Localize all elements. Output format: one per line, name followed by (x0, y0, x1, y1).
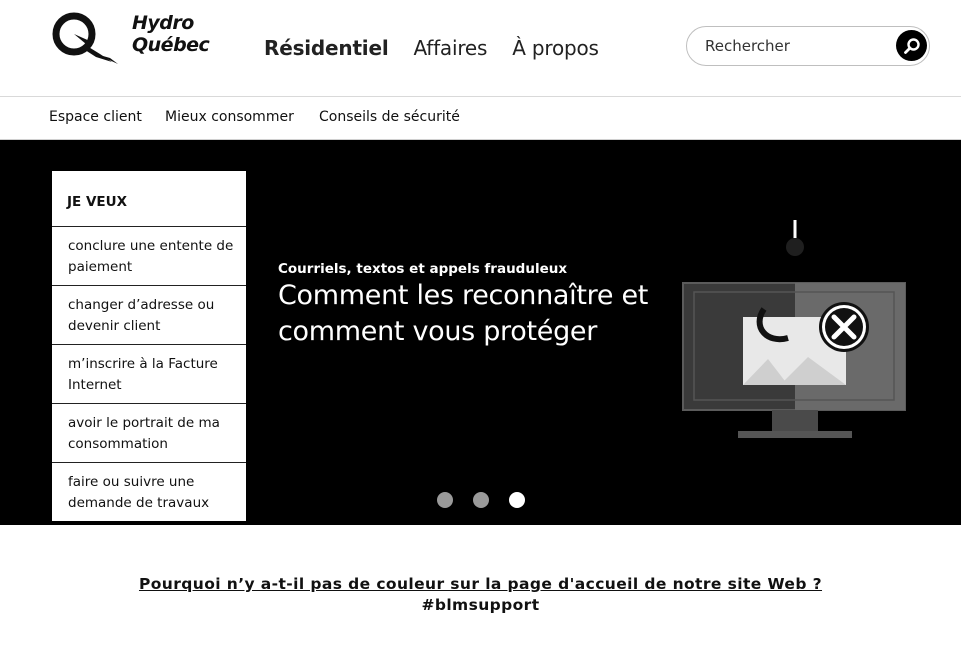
blm-link[interactable]: Pourquoi n’y a-t-il pas de couleur sur l… (0, 575, 961, 593)
je-veux-panel: JE VEUX conclure une entente de paiement… (52, 171, 246, 521)
je-veux-item[interactable]: m’inscrire à la Facture Internet (52, 345, 246, 404)
subnav-mieux-consommer[interactable]: Mieux consommer (165, 109, 294, 125)
je-veux-item[interactable]: faire ou suivre une demande de travaux (52, 463, 246, 521)
blm-hashtag: #blmsupport (421, 596, 540, 614)
carousel-dots (437, 492, 545, 508)
search-icon (903, 37, 920, 54)
logo-text: Hydro Québec (132, 12, 210, 56)
je-veux-title: JE VEUX (52, 171, 246, 227)
search-button[interactable] (896, 30, 927, 61)
subnav-conseils-securite[interactable]: Conseils de sécurité (319, 109, 460, 125)
je-veux-item[interactable]: conclure une entente de paiement (52, 227, 246, 286)
secondary-nav: Espace client Mieux consommer Conseils d… (0, 97, 961, 140)
hero-title[interactable]: Comment les reconnaître et comment vous … (278, 278, 658, 350)
je-veux-item[interactable]: changer d’adresse ou devenir client (52, 286, 246, 345)
hero-carousel: JE VEUX conclure une entente de paiement… (0, 140, 961, 525)
subnav-espace-client[interactable]: Espace client (49, 109, 142, 125)
nav-affaires[interactable]: Affaires (413, 36, 487, 60)
site-header: Hydro Québec Résidentiel Affaires À prop… (0, 0, 961, 97)
je-veux-item[interactable]: avoir le portrait de ma consommation (52, 404, 246, 463)
q-lightning-logo-icon (52, 12, 118, 64)
main-nav: Résidentiel Affaires À propos (264, 36, 624, 60)
carousel-dot-2[interactable] (473, 492, 489, 508)
blm-message: Pourquoi n’y a-t-il pas de couleur sur l… (0, 575, 961, 614)
search-box (686, 26, 930, 66)
carousel-dot-1[interactable] (437, 492, 453, 508)
nav-residentiel[interactable]: Résidentiel (264, 36, 389, 60)
search-input[interactable] (705, 35, 885, 57)
carousel-dot-3[interactable] (509, 492, 525, 508)
nav-a-propos[interactable]: À propos (512, 36, 599, 60)
phishing-monitor-icon (682, 220, 906, 438)
hero-kicker: Courriels, textos et appels frauduleux (278, 261, 568, 277)
hydro-quebec-logo[interactable]: Hydro Québec (52, 12, 232, 66)
